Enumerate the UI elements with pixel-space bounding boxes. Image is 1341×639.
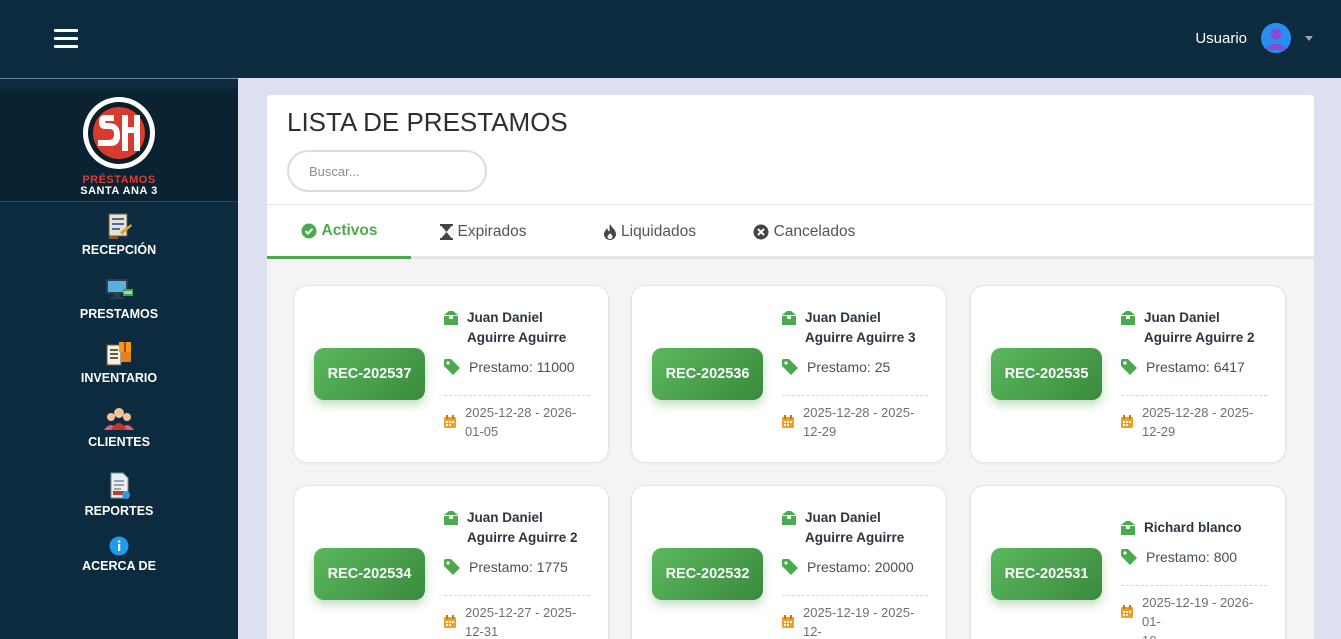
brand-logo: PRÉSTAMOS SANTA ANA 3 xyxy=(0,89,238,202)
tag-icon xyxy=(782,359,798,375)
chevron-down-icon[interactable] xyxy=(1305,35,1313,41)
sidebar-item-recepcion[interactable]: RECEPCIÓN xyxy=(0,212,238,257)
reports-icon xyxy=(110,472,130,499)
loan-dates: 2025-12-28 - 2025- 12-29 xyxy=(1142,405,1254,439)
tag-icon xyxy=(782,559,798,575)
tab-expirados[interactable]: Expirados xyxy=(411,205,555,259)
tag-icon xyxy=(1121,359,1137,375)
card-divider xyxy=(1121,585,1267,586)
main-panel: LISTA DE PRESTAMOS Activos Expirados xyxy=(267,95,1314,639)
loan-card[interactable]: REC-202537 Juan Daniel Aguirre Aguirre P… xyxy=(293,285,609,463)
loan-dates: 2025-12-28 - 2026- 01-05 xyxy=(465,405,577,439)
loan-code-badge[interactable]: REC-202531 xyxy=(991,548,1102,600)
sidebar: PRÉSTAMOS SANTA ANA 3 RECEPCIÓN PRESTAMO… xyxy=(0,78,238,639)
card-divider xyxy=(1121,395,1267,396)
card-divider xyxy=(444,395,590,396)
tag-icon xyxy=(444,559,460,575)
loan-card[interactable]: REC-202531 Richard blanco Prestamo: 800 … xyxy=(970,485,1286,639)
client-name: Juan Daniel Aguirre Aguirre 2 xyxy=(467,510,578,545)
info-icon xyxy=(109,536,129,556)
search-input[interactable] xyxy=(287,150,487,192)
card-divider xyxy=(782,595,928,596)
loan-amount: Prestamo: 25 xyxy=(807,359,891,375)
sidebar-item-label: PRESTAMOS xyxy=(79,307,159,321)
loan-code-badge[interactable]: REC-202537 xyxy=(314,348,425,400)
sidebar-item-label: REPORTES xyxy=(84,504,154,518)
check-circle-icon xyxy=(301,223,316,238)
reception-icon xyxy=(108,213,132,239)
tab-label: Liquidados xyxy=(621,223,696,240)
loan-dates: 2025-12-28 - 2025- 12-29 xyxy=(803,405,915,439)
tab-cancelados[interactable]: Cancelados xyxy=(745,205,863,259)
sidebar-item-acerca-de[interactable]: ACERCA DE xyxy=(0,536,238,573)
client-name: Juan Daniel Aguirre Aguirre xyxy=(805,510,905,545)
loans-icon xyxy=(106,279,133,299)
panel-header: LISTA DE PRESTAMOS xyxy=(267,95,1314,205)
user-menu[interactable]: Usuario xyxy=(1195,23,1313,53)
close-circle-icon xyxy=(753,224,769,240)
loan-dates: 2025-12-19 - 2026-01- 10 xyxy=(1142,595,1254,639)
sidebar-item-prestamos[interactable]: PRESTAMOS xyxy=(0,276,238,321)
box-icon xyxy=(444,511,458,525)
sidebar-item-clientes[interactable]: CLIENTES xyxy=(0,404,238,449)
calendar-icon xyxy=(1121,605,1133,618)
loan-amount: Prestamo: 800 xyxy=(1146,549,1238,565)
user-label: Usuario xyxy=(1195,29,1247,47)
page-title: LISTA DE PRESTAMOS xyxy=(287,107,568,137)
hourglass-icon xyxy=(439,224,453,240)
client-name: Juan Daniel Aguirre Aguirre 2 xyxy=(1144,310,1255,345)
loan-code-badge[interactable]: REC-202534 xyxy=(314,548,425,600)
loan-card[interactable]: REC-202535 Juan Daniel Aguirre Aguirre 2… xyxy=(970,285,1286,463)
box-icon xyxy=(444,311,458,325)
sidebar-item-reportes[interactable]: REPORTES xyxy=(0,471,238,518)
loan-card[interactable]: REC-202534 Juan Daniel Aguirre Aguirre 2… xyxy=(293,485,609,639)
loan-amount: Prestamo: 20000 xyxy=(807,559,914,575)
calendar-icon xyxy=(444,615,456,628)
client-name: Richard blanco xyxy=(1144,520,1242,535)
flame-icon xyxy=(604,224,616,240)
loan-card[interactable]: REC-202536 Juan Daniel Aguirre Aguirre 3… xyxy=(631,285,947,463)
clients-icon xyxy=(104,408,134,430)
loan-dates: 2025-12-19 - 2025-12- 31 xyxy=(803,605,915,639)
tab-label: Cancelados xyxy=(773,223,856,240)
box-icon xyxy=(1121,311,1135,325)
tag-icon xyxy=(1121,549,1137,565)
tab-label: Expirados xyxy=(457,223,527,240)
sidebar-item-label: INVENTARIO xyxy=(80,371,158,385)
card-divider xyxy=(444,595,590,596)
tab-activos[interactable]: Activos xyxy=(267,205,411,259)
top-bar: Usuario xyxy=(0,0,1341,78)
loan-code-badge[interactable]: REC-202535 xyxy=(991,348,1102,400)
card-divider xyxy=(782,395,928,396)
loan-amount: Prestamo: 1775 xyxy=(469,559,568,575)
tag-icon xyxy=(444,359,460,375)
tab-label: Activos xyxy=(321,221,378,239)
calendar-icon xyxy=(782,415,794,428)
loan-amount: Prestamo: 6417 xyxy=(1146,359,1245,375)
sidebar-item-label: ACERCA DE xyxy=(82,559,156,573)
sidebar-item-label: RECEPCIÓN xyxy=(81,243,157,257)
hamburger-menu-icon[interactable] xyxy=(54,29,78,49)
calendar-icon xyxy=(782,615,794,628)
user-avatar-icon[interactable] xyxy=(1261,23,1291,53)
sidebar-item-label: CLIENTES xyxy=(88,435,150,449)
box-icon xyxy=(782,511,796,525)
loan-code-badge[interactable]: REC-202536 xyxy=(652,348,763,400)
sidebar-item-inventario[interactable]: INVENTARIO xyxy=(0,340,238,385)
loan-card[interactable]: REC-202532 Juan Daniel Aguirre Aguirre P… xyxy=(631,485,947,639)
calendar-icon xyxy=(444,415,456,428)
client-name: Juan Daniel Aguirre Aguirre xyxy=(467,310,567,345)
loan-code-badge[interactable]: REC-202532 xyxy=(652,548,763,600)
logo-emblem xyxy=(83,97,155,169)
loan-dates: 2025-12-27 - 2025- 12-31 xyxy=(465,605,577,639)
client-name: Juan Daniel Aguirre Aguirre 3 xyxy=(805,310,916,345)
loan-amount: Prestamo: 11000 xyxy=(469,359,575,375)
tab-liquidados[interactable]: Liquidados xyxy=(555,205,745,259)
status-tabs: Activos Expirados Liquidados Cancelados xyxy=(267,205,1314,259)
calendar-icon xyxy=(1121,415,1133,428)
logo-text-secondary: SANTA ANA 3 xyxy=(80,185,158,197)
box-icon xyxy=(782,311,796,325)
inventory-icon xyxy=(106,342,131,366)
box-icon xyxy=(1121,521,1135,535)
